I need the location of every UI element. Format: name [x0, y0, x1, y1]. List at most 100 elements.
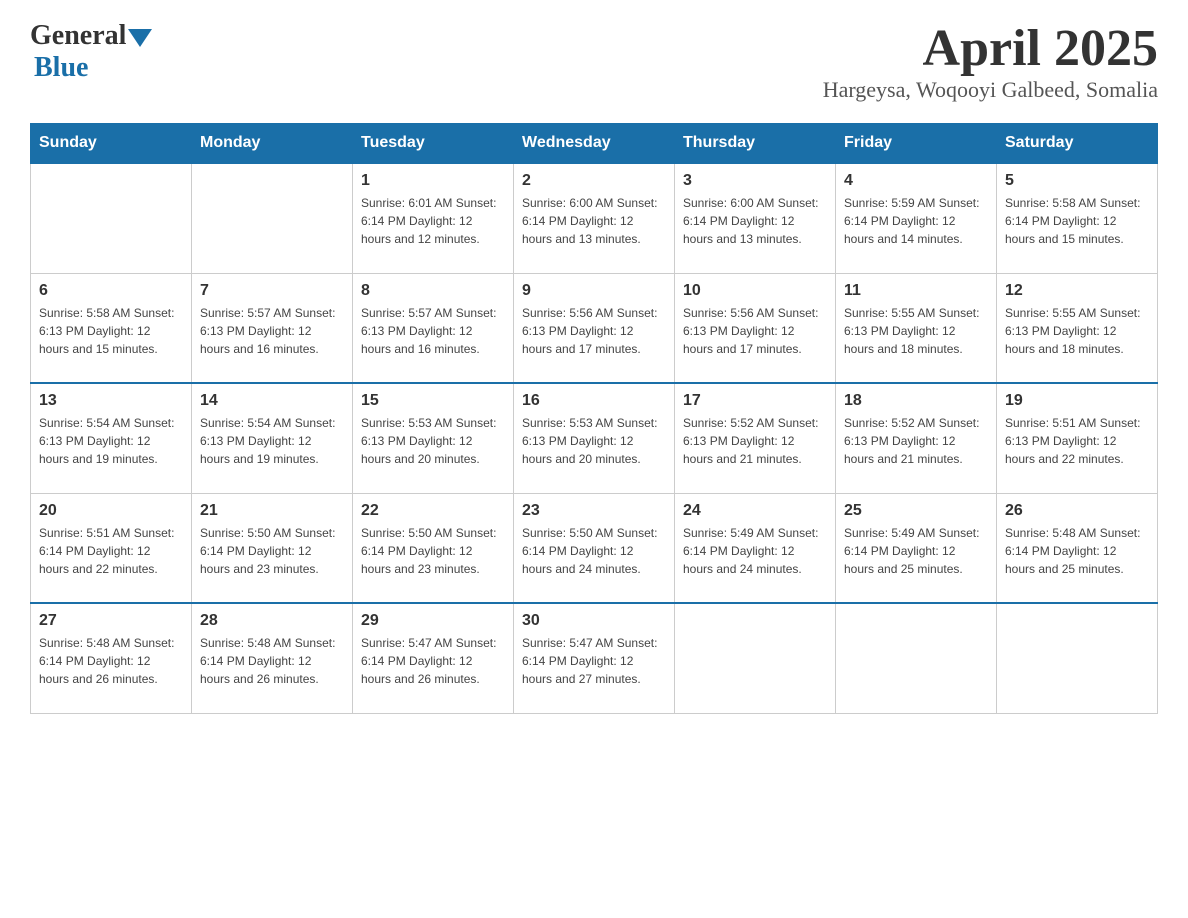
calendar-cell: 22Sunrise: 5:50 AM Sunset: 6:14 PM Dayli…	[353, 493, 514, 603]
day-number: 14	[200, 392, 344, 410]
calendar-cell: 6 Sunrise: 5:58 AM Sunset: 6:13 PM Daylig…	[31, 273, 192, 383]
week-row-3: 13 Sunrise: 5:54 AM Sunset: 6:13 PM Dayli…	[31, 383, 1158, 493]
day-number: 25	[844, 502, 988, 520]
day-info: Sunrise: 5:47 AM Sunset: 6:14 PM Dayligh…	[522, 634, 666, 688]
day-info: Sunrise: 5:50 AM Sunset: 6:14 PM Dayligh…	[200, 524, 344, 578]
calendar-cell: 25 Sunrise: 5:49 AM Sunset: 6:14 PM Dayli…	[836, 493, 997, 603]
logo-general-text: General	[30, 20, 126, 52]
day-number: 23	[522, 502, 666, 520]
day-number: 13	[39, 392, 183, 410]
calendar-cell: 12 Sunrise: 5:55 AM Sunset: 6:13 PM Dayli…	[997, 273, 1158, 383]
header-wednesday: Wednesday	[514, 124, 675, 164]
day-number: 8	[361, 282, 505, 300]
month-title: April 2025	[823, 20, 1158, 77]
calendar-cell: 13Sunrise: 5:54 AM Sunset: 6:13 PM Dayli…	[31, 383, 192, 493]
day-number: 16	[522, 392, 666, 410]
day-info: Sunrise: 6:01 AM Sunset: 6:14 PM Dayligh…	[361, 194, 505, 248]
week-row-4: 20Sunrise: 5:51 AM Sunset: 6:14 PM Dayli…	[31, 493, 1158, 603]
calendar-cell: 29 Sunrise: 5:47 AM Sunset: 6:14 PM Dayli…	[353, 603, 514, 713]
day-number: 1	[361, 172, 505, 190]
day-number: 12	[1005, 282, 1149, 300]
calendar-cell: 19Sunrise: 5:51 AM Sunset: 6:13 PM Dayli…	[997, 383, 1158, 493]
day-number: 10	[683, 282, 827, 300]
header-thursday: Thursday	[675, 124, 836, 164]
day-number: 24	[683, 502, 827, 520]
calendar-cell: 7 Sunrise: 5:57 AM Sunset: 6:13 PM Daylig…	[192, 273, 353, 383]
day-info: Sunrise: 5:59 AM Sunset: 6:14 PM Dayligh…	[844, 194, 988, 248]
day-info: Sunrise: 5:48 AM Sunset: 6:14 PM Dayligh…	[200, 634, 344, 688]
day-number: 29	[361, 612, 505, 630]
calendar-cell: 27 Sunrise: 5:48 AM Sunset: 6:14 PM Dayli…	[31, 603, 192, 713]
day-info: Sunrise: 5:48 AM Sunset: 6:14 PM Dayligh…	[1005, 524, 1149, 578]
week-row-1: 1 Sunrise: 6:01 AM Sunset: 6:14 PM Daylig…	[31, 163, 1158, 273]
header-friday: Friday	[836, 124, 997, 164]
day-info: Sunrise: 5:58 AM Sunset: 6:14 PM Dayligh…	[1005, 194, 1149, 248]
day-number: 30	[522, 612, 666, 630]
day-number: 18	[844, 392, 988, 410]
day-info: Sunrise: 5:53 AM Sunset: 6:13 PM Dayligh…	[361, 414, 505, 468]
header-saturday: Saturday	[997, 124, 1158, 164]
day-info: Sunrise: 5:51 AM Sunset: 6:13 PM Dayligh…	[1005, 414, 1149, 468]
day-number: 3	[683, 172, 827, 190]
day-number: 15	[361, 392, 505, 410]
calendar-cell	[31, 163, 192, 273]
day-info: Sunrise: 5:47 AM Sunset: 6:14 PM Dayligh…	[361, 634, 505, 688]
calendar-cell: 30 Sunrise: 5:47 AM Sunset: 6:14 PM Dayli…	[514, 603, 675, 713]
calendar-cell: 18 Sunrise: 5:52 AM Sunset: 6:13 PM Dayli…	[836, 383, 997, 493]
logo: General Blue	[30, 20, 152, 84]
day-number: 7	[200, 282, 344, 300]
calendar-cell: 20Sunrise: 5:51 AM Sunset: 6:14 PM Dayli…	[31, 493, 192, 603]
day-number: 22	[361, 502, 505, 520]
logo-triangle-icon	[128, 29, 152, 47]
calendar-table: SundayMondayTuesdayWednesdayThursdayFrid…	[30, 123, 1158, 714]
day-info: Sunrise: 5:50 AM Sunset: 6:14 PM Dayligh…	[522, 524, 666, 578]
day-number: 27	[39, 612, 183, 630]
day-info: Sunrise: 5:52 AM Sunset: 6:13 PM Dayligh…	[683, 414, 827, 468]
day-info: Sunrise: 5:48 AM Sunset: 6:14 PM Dayligh…	[39, 634, 183, 688]
calendar-cell: 8 Sunrise: 5:57 AM Sunset: 6:13 PM Daylig…	[353, 273, 514, 383]
day-info: Sunrise: 5:54 AM Sunset: 6:13 PM Dayligh…	[200, 414, 344, 468]
calendar-cell	[836, 603, 997, 713]
header: General Blue April 2025 Hargeysa, Woqooy…	[30, 20, 1158, 103]
day-number: 6	[39, 282, 183, 300]
day-info: Sunrise: 5:52 AM Sunset: 6:13 PM Dayligh…	[844, 414, 988, 468]
day-info: Sunrise: 5:56 AM Sunset: 6:13 PM Dayligh…	[683, 304, 827, 358]
calendar-cell: 24 Sunrise: 5:49 AM Sunset: 6:14 PM Dayli…	[675, 493, 836, 603]
day-info: Sunrise: 5:49 AM Sunset: 6:14 PM Dayligh…	[683, 524, 827, 578]
day-info: Sunrise: 5:55 AM Sunset: 6:13 PM Dayligh…	[844, 304, 988, 358]
calendar-cell: 1 Sunrise: 6:01 AM Sunset: 6:14 PM Daylig…	[353, 163, 514, 273]
day-info: Sunrise: 6:00 AM Sunset: 6:14 PM Dayligh…	[683, 194, 827, 248]
calendar-cell: 3 Sunrise: 6:00 AM Sunset: 6:14 PM Daylig…	[675, 163, 836, 273]
logo-blue-text: Blue	[34, 52, 88, 84]
title-section: April 2025 Hargeysa, Woqooyi Galbeed, So…	[823, 20, 1158, 103]
calendar-cell	[997, 603, 1158, 713]
calendar-cell: 17Sunrise: 5:52 AM Sunset: 6:13 PM Dayli…	[675, 383, 836, 493]
day-info: Sunrise: 5:55 AM Sunset: 6:13 PM Dayligh…	[1005, 304, 1149, 358]
calendar-cell	[675, 603, 836, 713]
calendar-cell: 16Sunrise: 5:53 AM Sunset: 6:13 PM Dayli…	[514, 383, 675, 493]
header-sunday: Sunday	[31, 124, 192, 164]
location-title: Hargeysa, Woqooyi Galbeed, Somalia	[823, 77, 1158, 103]
day-info: Sunrise: 5:49 AM Sunset: 6:14 PM Dayligh…	[844, 524, 988, 578]
calendar-header-row: SundayMondayTuesdayWednesdayThursdayFrid…	[31, 124, 1158, 164]
day-number: 2	[522, 172, 666, 190]
day-number: 11	[844, 282, 988, 300]
week-row-5: 27 Sunrise: 5:48 AM Sunset: 6:14 PM Dayli…	[31, 603, 1158, 713]
day-number: 5	[1005, 172, 1149, 190]
day-number: 21	[200, 502, 344, 520]
day-number: 26	[1005, 502, 1149, 520]
day-info: Sunrise: 5:57 AM Sunset: 6:13 PM Dayligh…	[200, 304, 344, 358]
calendar-cell: 26 Sunrise: 5:48 AM Sunset: 6:14 PM Dayli…	[997, 493, 1158, 603]
calendar-cell: 28Sunrise: 5:48 AM Sunset: 6:14 PM Dayli…	[192, 603, 353, 713]
week-row-2: 6 Sunrise: 5:58 AM Sunset: 6:13 PM Daylig…	[31, 273, 1158, 383]
day-info: Sunrise: 5:56 AM Sunset: 6:13 PM Dayligh…	[522, 304, 666, 358]
calendar-cell: 23 Sunrise: 5:50 AM Sunset: 6:14 PM Dayli…	[514, 493, 675, 603]
day-info: Sunrise: 5:58 AM Sunset: 6:13 PM Dayligh…	[39, 304, 183, 358]
day-info: Sunrise: 5:57 AM Sunset: 6:13 PM Dayligh…	[361, 304, 505, 358]
calendar-cell: 5 Sunrise: 5:58 AM Sunset: 6:14 PM Daylig…	[997, 163, 1158, 273]
day-number: 4	[844, 172, 988, 190]
day-info: Sunrise: 6:00 AM Sunset: 6:14 PM Dayligh…	[522, 194, 666, 248]
day-number: 9	[522, 282, 666, 300]
day-number: 20	[39, 502, 183, 520]
calendar-cell: 11 Sunrise: 5:55 AM Sunset: 6:13 PM Dayli…	[836, 273, 997, 383]
